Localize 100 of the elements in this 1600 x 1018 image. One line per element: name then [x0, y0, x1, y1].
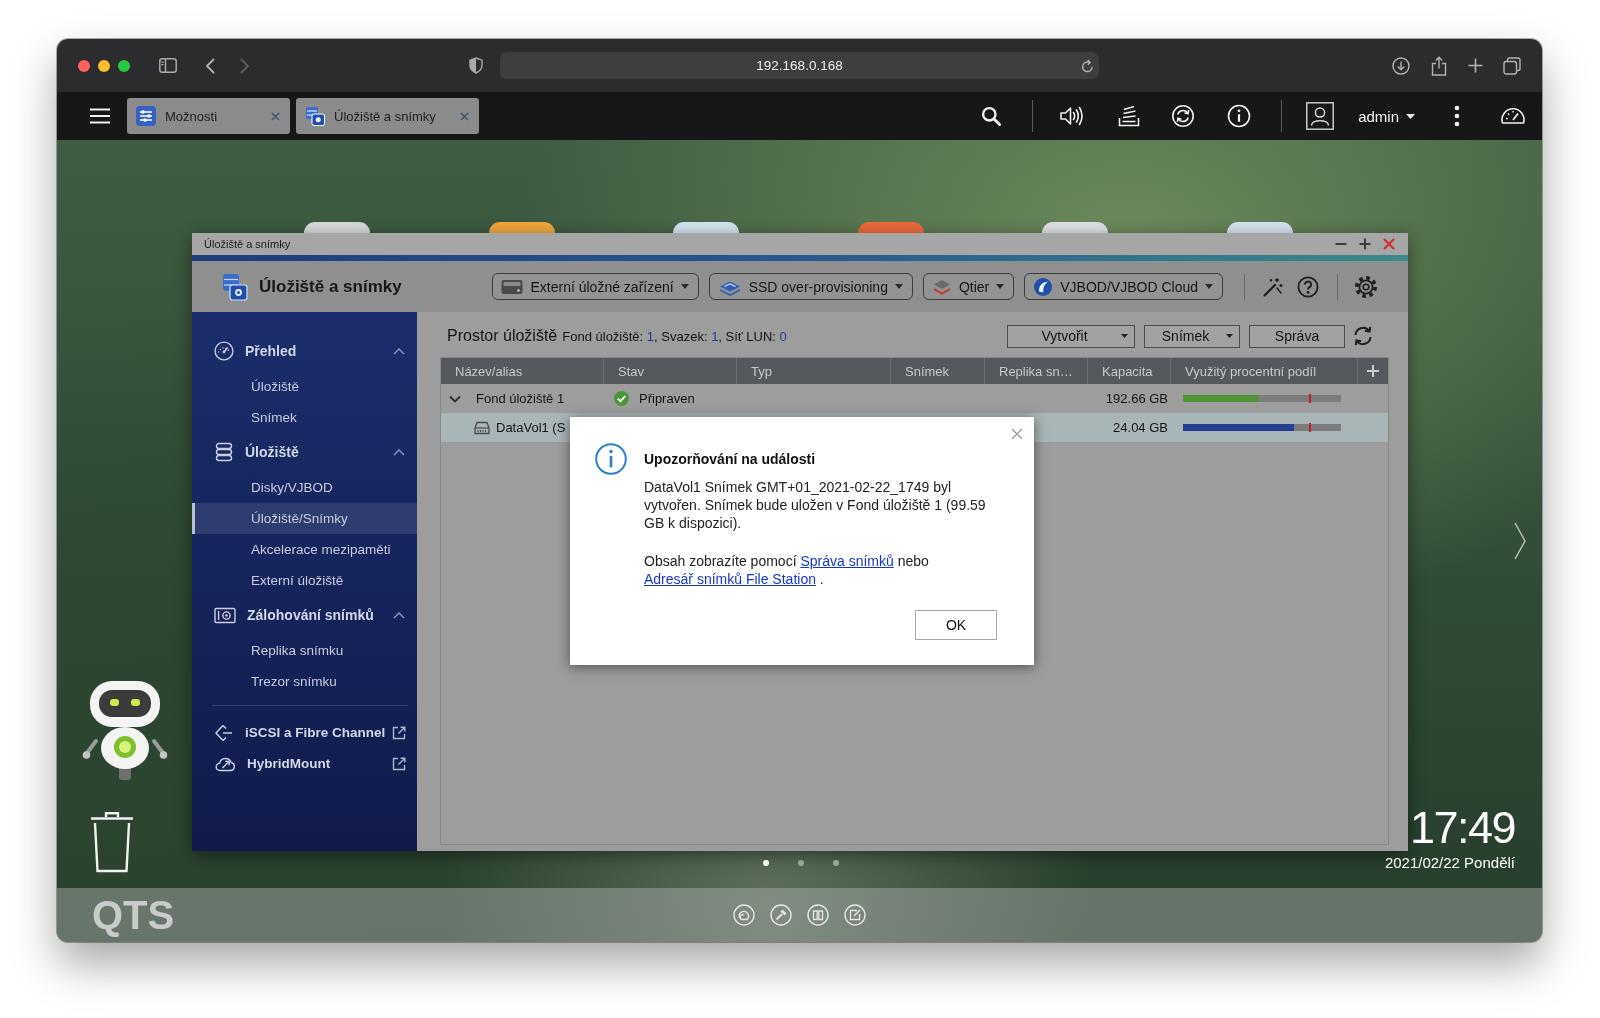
volume-icon[interactable]	[1059, 105, 1086, 127]
book-icon[interactable]	[807, 904, 829, 926]
storage-app-icon	[222, 272, 248, 301]
note-edit-icon[interactable]	[844, 904, 866, 926]
column-header[interactable]: Replika sn…	[985, 358, 1088, 384]
hammer-icon[interactable]	[770, 904, 792, 926]
app-tile-icon[interactable]	[304, 222, 370, 233]
sidebar-item[interactable]: Trezor snímku	[192, 666, 417, 697]
sidebar-icon[interactable]	[159, 58, 177, 73]
magic-wand-icon[interactable]	[1262, 275, 1284, 298]
help-icon[interactable]	[1297, 275, 1319, 298]
back-icon[interactable]	[205, 57, 215, 74]
close-window-icon[interactable]	[78, 59, 90, 72]
chevron-up-icon[interactable]	[393, 347, 405, 355]
table-cell: DataVol1 (S	[496, 420, 566, 435]
page-dot-icon[interactable]	[798, 860, 804, 866]
link[interactable]: Správa snímků	[800, 553, 894, 569]
sidebar-item[interactable]: Úložiště	[192, 371, 417, 402]
close-icon[interactable]	[1011, 428, 1023, 440]
search-icon[interactable]	[981, 106, 1002, 126]
user-menu-button[interactable]: admin	[1358, 107, 1415, 125]
app-tab[interactable]: Možnosti	[127, 98, 290, 134]
caret-icon	[996, 284, 1005, 289]
column-header[interactable]: Typ	[737, 358, 891, 384]
user-icon[interactable]	[1306, 102, 1335, 130]
menu-icon[interactable]	[90, 108, 110, 124]
add-column-icon[interactable]	[1367, 365, 1379, 377]
trash-icon[interactable]	[89, 811, 135, 873]
column-header[interactable]: Stav	[604, 358, 737, 384]
sidebar-section[interactable]: Úložiště	[192, 434, 417, 470]
swirl-icon[interactable]	[733, 904, 755, 926]
app-tile-icon[interactable]	[1226, 222, 1293, 233]
maximize-icon[interactable]	[1359, 238, 1371, 250]
drive-icon	[474, 420, 490, 435]
sidebar-item[interactable]: Akcelerace mezipaměti	[192, 534, 417, 565]
app-tile-icon[interactable]	[488, 222, 555, 233]
stacked-trays-icon[interactable]	[1117, 104, 1142, 128]
page-dot-icon[interactable]	[833, 860, 839, 866]
share-icon[interactable]	[1431, 55, 1447, 76]
new-tab-icon[interactable]	[1468, 58, 1483, 73]
table-cell: Fond úložiště 1	[476, 391, 565, 406]
window-title: Úložiště a snímky	[204, 238, 291, 250]
robot-icon[interactable]	[82, 679, 168, 781]
dropdown-button[interactable]: Snímek	[1144, 324, 1240, 348]
chevron-up-icon[interactable]	[393, 611, 405, 619]
download-icon[interactable]	[1392, 56, 1410, 75]
sync-icon[interactable]	[1171, 104, 1196, 128]
refresh-icon[interactable]	[1352, 325, 1374, 347]
app-tile-icon[interactable]	[673, 222, 740, 233]
storage-summary: Fond úložiště: 1, Svazek: 1, Síť LUN: 0	[562, 328, 787, 344]
chevron-right-icon[interactable]	[1513, 521, 1527, 561]
column-header[interactable]: Kapacita	[1088, 358, 1171, 384]
column-header[interactable]: Název/alias	[441, 358, 604, 384]
dialog-title: Upozorňování na události	[644, 450, 817, 468]
chevron-up-icon[interactable]	[393, 448, 405, 456]
info-icon	[595, 443, 627, 475]
address-field[interactable]: 192.168.0.168	[500, 52, 1099, 79]
dropdown-button[interactable]: Qtier	[922, 273, 1015, 300]
threshold-mark-icon	[1309, 394, 1312, 403]
settings-icon[interactable]	[1354, 274, 1378, 299]
sidebar-section[interactable]: Přehled	[192, 333, 417, 369]
shield-icon[interactable]	[469, 57, 483, 74]
page-dot-icon[interactable]	[763, 860, 769, 866]
link[interactable]: Adresář snímků File Station	[644, 571, 816, 587]
database-icon	[214, 442, 234, 462]
column-header[interactable]: Snímek	[891, 358, 985, 384]
dropdown-button[interactable]: VJBOD/VJBOD Cloud	[1024, 273, 1223, 300]
app-tile-icon[interactable]	[857, 222, 924, 233]
sidebar-item[interactable]: Snímek	[192, 402, 417, 433]
dropdown-button[interactable]: Vytvořit	[1007, 324, 1135, 348]
table-row[interactable]: Fond úložiště 1 Připraven 192.66 GB	[441, 384, 1388, 413]
caret-icon	[894, 284, 903, 289]
dropdown-button[interactable]: Externí úložné zařízení	[492, 273, 699, 300]
tabs-overview-icon[interactable]	[1503, 56, 1521, 75]
more-icon[interactable]	[1454, 105, 1460, 127]
dropdown-button[interactable]: SSD over-provisioning	[708, 273, 913, 300]
dialog-message: DataVol1 Snímek GMT+01_2021-02-22_1749 byl vytvořen. Snímek bude uložen v Fond úložiště 1 (99.59 GB k dispozici).	[644, 478, 987, 532]
external-link-icon	[392, 756, 406, 771]
info-icon[interactable]	[1227, 104, 1252, 128]
app-title: Úložiště a snímky	[259, 276, 402, 297]
clock-time: 17:49	[1409, 805, 1515, 850]
app-tab[interactable]: Úložiště a snímky	[296, 98, 479, 134]
gauge-icon[interactable]	[1500, 106, 1526, 126]
sidebar-item[interactable]: Replika snímku	[192, 635, 417, 666]
app-tile-icon[interactable]	[1042, 222, 1109, 233]
reload-icon[interactable]	[1080, 58, 1094, 73]
sidebar-item[interactable]: Disky/VJBOD	[192, 472, 417, 503]
zoom-window-icon[interactable]	[118, 59, 130, 72]
sidebar-item[interactable]: Externí úložiště	[192, 565, 417, 596]
sliders-app-icon	[136, 106, 156, 126]
sidebar-link[interactable]: HybridMount	[192, 748, 417, 779]
minimize-window-icon[interactable]	[98, 59, 110, 72]
sidebar-link[interactable]: iSCSI a Fibre Channel	[192, 717, 417, 748]
gauge-icon	[214, 341, 234, 361]
sidebar-item[interactable]: Úložiště/Snímky	[192, 503, 417, 534]
action-button[interactable]: Správa	[1249, 324, 1345, 348]
ok-button[interactable]: OK	[915, 610, 997, 640]
threshold-mark-icon	[1309, 423, 1312, 432]
sidebar-section[interactable]: Zálohování snímků	[192, 597, 417, 633]
column-header[interactable]: Využitý procentní podíl	[1171, 358, 1358, 384]
